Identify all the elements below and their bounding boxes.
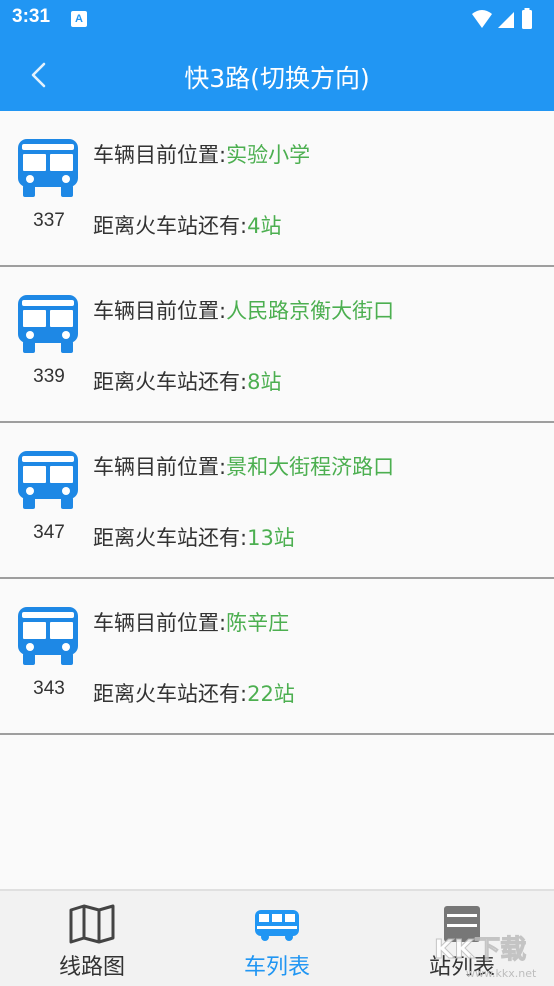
distance-label: 距离火车站还有: (93, 370, 248, 394)
status-bar: 3:31 A (0, 0, 554, 38)
position-value: 景和大街程济路口 (226, 455, 395, 479)
bus-icon (18, 451, 78, 509)
bus-icon (18, 295, 78, 353)
distance-value: 4站 (247, 214, 282, 238)
bus-icon (18, 607, 78, 665)
bus-number: 347 (33, 522, 65, 543)
bus-number: 337 (33, 210, 65, 231)
bottom-nav: 线路图 车列表 站列表 KK下载 www.kkx.net (0, 889, 554, 986)
status-time: 3:31 (12, 6, 51, 27)
watermark-logo: KK下载 www.kkx.net (434, 935, 537, 981)
bus-number: 339 (33, 366, 65, 387)
wifi-icon (472, 10, 492, 28)
app-bar: 快3路(切换方向) (0, 38, 554, 111)
tab-label: 车列表 (243, 955, 310, 980)
position-label: 车辆目前位置: (93, 611, 227, 635)
status-icons (472, 8, 532, 29)
tab-label: 线路图 (58, 955, 125, 980)
watermark-text: KK下载 (434, 935, 526, 965)
bus-list: 337 车辆目前位置:实验小学 距离火车站还有:4站 339 车辆目前位置:人民… (0, 111, 554, 735)
position-value: 陈辛庄 (226, 611, 290, 635)
distance-label: 距离火车站还有: (93, 682, 248, 706)
bus-icon (255, 910, 299, 941)
distance-line: 距离火车站还有:8站 (93, 366, 281, 396)
tab-bus-list[interactable]: 车列表 (185, 891, 369, 986)
distance-line: 距离火车站还有:13站 (93, 522, 295, 552)
position-label: 车辆目前位置: (93, 455, 227, 479)
position-line: 车辆目前位置:人民路京衡大街口 (93, 295, 394, 325)
bus-row[interactable]: 347 车辆目前位置:景和大街程济路口 距离火车站还有:13站 (0, 423, 554, 579)
distance-value: 8站 (247, 370, 282, 394)
distance-label: 距离火车站还有: (93, 526, 248, 550)
position-label: 车辆目前位置: (93, 299, 227, 323)
position-line: 车辆目前位置:景和大街程济路口 (93, 451, 394, 481)
signal-icon (498, 12, 514, 28)
bus-row[interactable]: 337 车辆目前位置:实验小学 距离火车站还有:4站 (0, 111, 554, 267)
battery-icon (522, 10, 532, 29)
position-value: 实验小学 (226, 143, 311, 167)
bus-number: 343 (33, 678, 65, 699)
distance-label: 距离火车站还有: (93, 214, 248, 238)
distance-line: 距离火车站还有:22站 (93, 678, 295, 708)
map-icon (69, 904, 115, 944)
bus-row[interactable]: 343 车辆目前位置:陈辛庄 距离火车站还有:22站 (0, 579, 554, 735)
position-line: 车辆目前位置:陈辛庄 (93, 607, 289, 637)
position-label: 车辆目前位置: (93, 143, 227, 167)
position-value: 人民路京衡大街口 (226, 299, 395, 323)
notification-icon: A (71, 11, 87, 27)
position-line: 车辆目前位置:实验小学 (93, 139, 310, 169)
bus-icon (18, 139, 78, 197)
bus-row[interactable]: 339 车辆目前位置:人民路京衡大街口 距离火车站还有:8站 (0, 267, 554, 423)
distance-value: 13站 (247, 526, 295, 550)
distance-value: 22站 (247, 682, 295, 706)
watermark-sub: www.kkx.net (466, 967, 537, 980)
tab-route-map[interactable]: 线路图 (0, 891, 184, 986)
distance-line: 距离火车站还有:4站 (93, 210, 281, 240)
page-title: 快3路(切换方向) (184, 64, 370, 93)
